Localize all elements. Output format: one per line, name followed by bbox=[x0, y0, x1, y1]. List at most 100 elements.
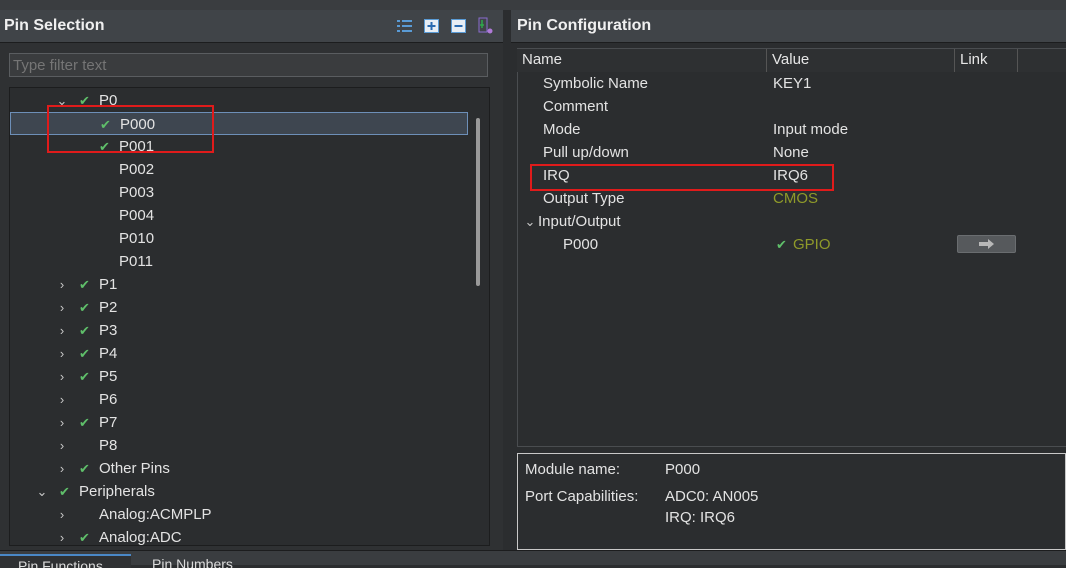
tree-item[interactable]: › P8 bbox=[10, 434, 475, 457]
tree-item[interactable]: › Analog:ACMPLP bbox=[10, 503, 475, 526]
config-name: Input/Output bbox=[538, 213, 621, 230]
column-divider[interactable] bbox=[766, 49, 767, 73]
config-grid: Symbolic Name KEY1 Comment Mode Input mode Pu… bbox=[517, 72, 1066, 447]
tree-item[interactable]: › ✔ P5 bbox=[10, 365, 475, 388]
config-name: Comment bbox=[543, 98, 609, 115]
pin-configuration-panel: Pin Configuration Name Value Link Symbol… bbox=[511, 10, 1066, 550]
chevron-right-icon[interactable]: › bbox=[55, 342, 69, 365]
tree-item[interactable]: › ✔ P7 bbox=[10, 411, 475, 434]
chevron-right-icon[interactable]: › bbox=[55, 503, 69, 526]
tree-item[interactable]: P010 bbox=[10, 227, 475, 250]
config-value[interactable]: GPIO bbox=[793, 233, 831, 256]
tree-item[interactable]: P011 bbox=[10, 250, 475, 273]
tree-item[interactable]: › ✔ P1 bbox=[10, 273, 475, 296]
toolbar bbox=[395, 17, 495, 35]
config-value[interactable]: None bbox=[773, 141, 809, 164]
bottom-tab-bar: Pin Functions Pin Numbers bbox=[0, 550, 1066, 568]
chevron-down-icon[interactable]: ⌄ bbox=[523, 210, 537, 233]
collapse-all-icon[interactable] bbox=[449, 17, 468, 35]
tree-item-label: Analog:ACMPLP bbox=[99, 506, 212, 523]
config-name: Mode bbox=[543, 121, 581, 138]
list-view-icon[interactable] bbox=[395, 17, 414, 35]
chevron-right-icon[interactable]: › bbox=[55, 296, 69, 319]
column-name[interactable]: Name bbox=[522, 51, 562, 68]
chevron-right-icon[interactable]: › bbox=[55, 434, 69, 457]
highlight-box-irq bbox=[530, 164, 834, 191]
tree-item[interactable]: › P6 bbox=[10, 388, 475, 411]
tree-item[interactable]: › ✔ Other Pins bbox=[10, 457, 475, 480]
module-name-label: Module name: bbox=[525, 461, 621, 478]
config-row[interactable]: ⌄ Input/Output bbox=[518, 210, 1066, 233]
check-icon: ✔ bbox=[79, 300, 90, 315]
chevron-right-icon[interactable]: › bbox=[55, 526, 69, 545]
column-divider[interactable] bbox=[954, 49, 955, 73]
tree-item-label: P5 bbox=[99, 368, 118, 385]
check-icon: ✔ bbox=[776, 237, 787, 252]
tree-item[interactable]: › ✔ P3 bbox=[10, 319, 475, 342]
tree-item[interactable]: › ✔ P2 bbox=[10, 296, 475, 319]
tree-item-label: Analog:ADC bbox=[99, 529, 182, 546]
tree-item-label: P8 bbox=[99, 437, 118, 454]
check-icon: ✔ bbox=[79, 323, 90, 338]
column-link[interactable]: Link bbox=[960, 51, 988, 68]
filter-input[interactable] bbox=[9, 53, 488, 77]
tree-item-label: Other Pins bbox=[99, 460, 170, 477]
top-bar bbox=[0, 0, 1066, 10]
filter-pins-icon[interactable] bbox=[476, 17, 495, 35]
chevron-right-icon[interactable]: › bbox=[55, 365, 69, 388]
pin-info-box: Module name: P000 Port Capabilities: ADC… bbox=[517, 453, 1066, 550]
tree-item-label: P002 bbox=[119, 161, 155, 178]
chevron-right-icon[interactable]: › bbox=[55, 319, 69, 342]
config-row[interactable]: P000 ✔ GPIO bbox=[518, 233, 1066, 256]
chevron-right-icon[interactable]: › bbox=[55, 388, 69, 411]
column-value[interactable]: Value bbox=[772, 51, 809, 68]
config-row[interactable]: Comment bbox=[518, 95, 1066, 118]
tree-item[interactable]: P003 bbox=[10, 181, 475, 204]
config-column-header: Name Value Link bbox=[517, 48, 1066, 74]
pin-selection-title: Pin Selection bbox=[4, 17, 105, 34]
column-divider[interactable] bbox=[1017, 49, 1018, 73]
check-icon: ✔ bbox=[59, 484, 70, 499]
config-name: Pull up/down bbox=[543, 144, 629, 161]
config-row[interactable]: Mode Input mode bbox=[518, 118, 1066, 141]
chevron-down-icon[interactable]: ⌄ bbox=[35, 480, 49, 503]
tree-item-label: Peripherals bbox=[79, 483, 155, 500]
tree-item[interactable]: › ✔ Analog:ADC bbox=[10, 526, 475, 546]
chevron-right-icon[interactable]: › bbox=[55, 411, 69, 434]
port-capability-value: ADC0: AN005 bbox=[665, 488, 759, 505]
tree-item-label: P4 bbox=[99, 345, 118, 362]
port-capabilities-label: Port Capabilities: bbox=[525, 488, 639, 505]
config-value[interactable]: KEY1 bbox=[773, 72, 811, 95]
config-value[interactable]: Input mode bbox=[773, 118, 848, 141]
chevron-right-icon[interactable]: › bbox=[55, 273, 69, 296]
tree-item-label: P6 bbox=[99, 391, 118, 408]
tree-item-label: P1 bbox=[99, 276, 118, 293]
tree-item-label: P004 bbox=[119, 207, 155, 224]
pin-selection-header: Pin Selection bbox=[0, 10, 503, 43]
tab-pin-numbers[interactable]: Pin Numbers bbox=[152, 554, 272, 568]
tree-item-label: P7 bbox=[99, 414, 118, 431]
port-capability-value: IRQ: IRQ6 bbox=[665, 509, 736, 526]
check-icon: ✔ bbox=[79, 530, 90, 545]
pin-configuration-header: Pin Configuration bbox=[511, 10, 1066, 43]
tree-scrollbar[interactable] bbox=[476, 118, 480, 286]
config-name: P000 bbox=[563, 236, 599, 253]
config-row[interactable]: Pull up/down None bbox=[518, 141, 1066, 164]
config-row[interactable]: Symbolic Name KEY1 bbox=[518, 72, 1066, 95]
chevron-right-icon[interactable]: › bbox=[55, 457, 69, 480]
pin-tree: ⌄ ✔ P0 ✔ P000 ✔ P001 P002 P003 P004 P010 P011 › ✔ P1 › ✔… bbox=[9, 87, 490, 546]
check-icon: ✔ bbox=[79, 277, 90, 292]
pin-configuration-title: Pin Configuration bbox=[517, 17, 652, 34]
tree-item[interactable]: P002 bbox=[10, 158, 475, 181]
check-icon: ✔ bbox=[79, 346, 90, 361]
tree-item[interactable]: P004 bbox=[10, 204, 475, 227]
check-icon: ✔ bbox=[79, 415, 90, 430]
tree-item[interactable]: › ✔ P4 bbox=[10, 342, 475, 365]
check-icon: ✔ bbox=[79, 369, 90, 384]
tab-pin-functions[interactable]: Pin Functions bbox=[0, 554, 131, 568]
tree-item-label: P011 bbox=[119, 253, 153, 270]
module-name-value: P000 bbox=[665, 461, 701, 478]
tree-item[interactable]: ⌄ ✔ Peripherals bbox=[10, 480, 475, 503]
expand-all-icon[interactable] bbox=[422, 17, 441, 35]
link-arrow-button[interactable] bbox=[957, 235, 1016, 253]
